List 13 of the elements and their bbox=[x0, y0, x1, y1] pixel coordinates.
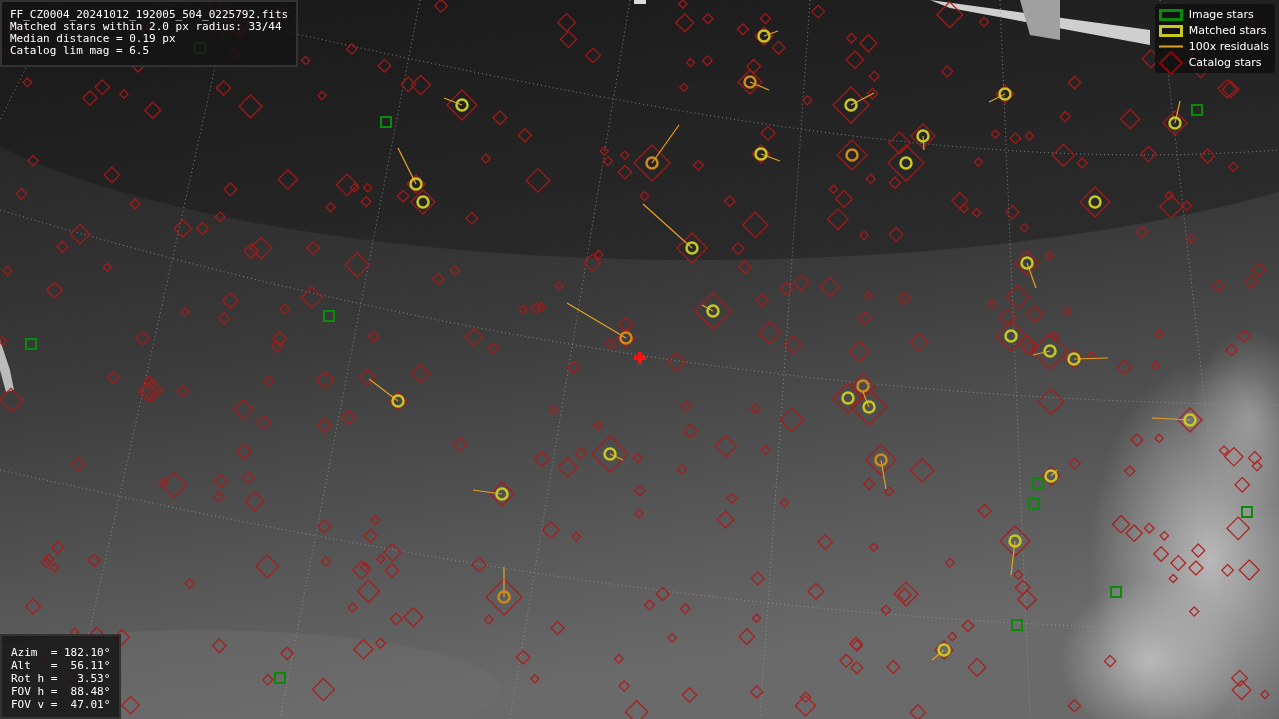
pointing-text: Rot h = 3.53° bbox=[11, 672, 111, 685]
pointing-text: Azim = 182.10° bbox=[11, 646, 111, 659]
legend-label: Image stars bbox=[1188, 8, 1254, 21]
legend-label: Catalog stars bbox=[1188, 56, 1262, 69]
pointing-text: Alt = 56.11° bbox=[11, 659, 111, 672]
info-text: Catalog lim mag = 6.5 bbox=[10, 45, 151, 57]
info-text: Median distance = 0.19 px bbox=[10, 33, 177, 45]
pointing-text: FOV h = 88.48° bbox=[11, 685, 111, 698]
info-text: Matched stars within 2.0 px radius: 33/44 bbox=[10, 21, 282, 33]
pointing-text: FOV v = 47.01° bbox=[11, 698, 111, 711]
info-text: FF_CZ0004_20241012_192005_504_0225792.fits bbox=[10, 9, 289, 21]
legend-label: 100x residuals bbox=[1188, 40, 1269, 53]
legend-label: Matched stars bbox=[1188, 24, 1267, 37]
